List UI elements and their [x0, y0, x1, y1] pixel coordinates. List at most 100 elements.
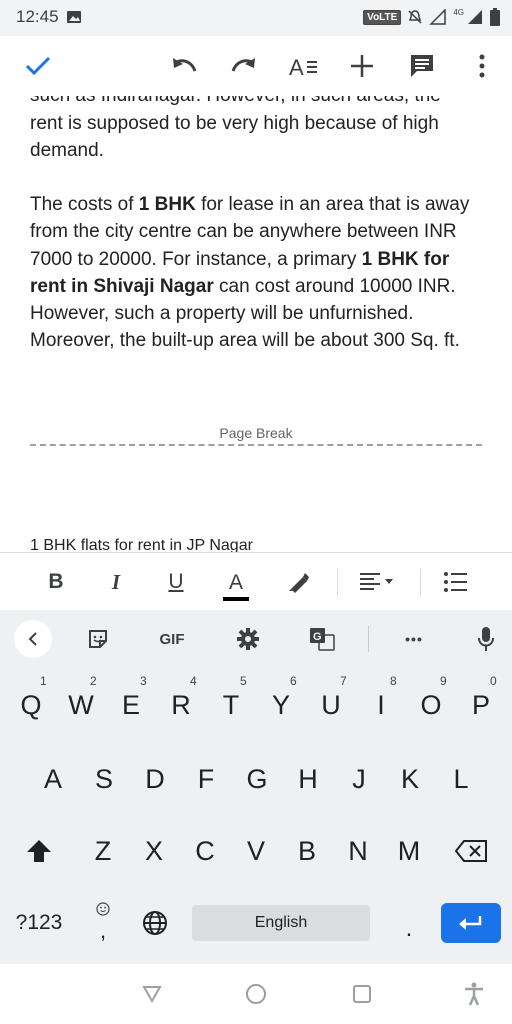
more-vert-icon: [479, 54, 485, 78]
underline-button[interactable]: U: [158, 553, 194, 611]
paragraph-2[interactable]: The costs of 1 BHK for lease in an area …: [30, 191, 490, 355]
key-z[interactable]: Z: [80, 822, 126, 880]
sticker-button[interactable]: [78, 610, 118, 668]
key-a[interactable]: A: [30, 750, 76, 808]
highlighter-icon: [289, 573, 309, 593]
nav-back-button[interactable]: [130, 964, 174, 1024]
accessibility-button[interactable]: [452, 964, 496, 1024]
status-time: 12:45: [16, 7, 59, 26]
done-button[interactable]: [16, 36, 60, 96]
text-color-swatch: [223, 596, 249, 601]
key-i[interactable]: I: [358, 676, 404, 734]
key-e[interactable]: E: [108, 676, 154, 734]
system-nav-bar: [0, 964, 512, 1024]
voice-input-button[interactable]: [466, 610, 506, 668]
suggestion-divider: [368, 626, 369, 652]
backspace-key[interactable]: [448, 822, 494, 880]
key-hint-5: 6: [290, 674, 297, 688]
highlight-button[interactable]: [280, 553, 316, 611]
keyboard-back-button[interactable]: [14, 610, 52, 668]
symbols-key[interactable]: ?123: [6, 894, 72, 952]
triangle-back-icon: [142, 986, 162, 1003]
key-c[interactable]: C: [182, 822, 228, 880]
comment-button[interactable]: [400, 36, 444, 96]
key-o[interactable]: O: [408, 676, 454, 734]
key-r[interactable]: R: [158, 676, 204, 734]
comment-icon: [411, 55, 433, 77]
translate-icon: G: [310, 628, 335, 651]
circle-home-icon: [246, 984, 266, 1004]
battery-icon: [490, 8, 500, 26]
key-j[interactable]: J: [336, 750, 382, 808]
period-label: .: [405, 915, 413, 942]
shift-key[interactable]: [16, 822, 62, 880]
key-hint-4: 5: [240, 674, 247, 688]
key-v[interactable]: V: [233, 822, 279, 880]
nav-home-button[interactable]: [234, 964, 278, 1024]
space-bar[interactable]: English: [192, 905, 370, 941]
signal-icon: [468, 10, 482, 24]
key-y[interactable]: Y: [258, 676, 304, 734]
more-keyboard-options-button[interactable]: •••: [392, 610, 436, 668]
paragraph-1[interactable]: rent is supposed to be very high because…: [30, 110, 490, 165]
align-button[interactable]: [354, 553, 402, 611]
key-d[interactable]: D: [132, 750, 178, 808]
nav-recents-button[interactable]: [340, 964, 384, 1024]
page-break-divider: [30, 444, 482, 446]
soft-keyboard: GIF G ••• Q1W2E3R4T5Y6U7I8O9P0 ASDFGHJKL: [0, 610, 512, 964]
translate-button[interactable]: G: [300, 610, 344, 668]
key-hint-0: 1: [40, 674, 47, 688]
language-key[interactable]: [132, 894, 178, 952]
bold-button[interactable]: B: [38, 553, 74, 611]
editor-toolbar: A: [0, 36, 512, 96]
bulleted-list-button[interactable]: [438, 553, 474, 611]
key-t[interactable]: T: [208, 676, 254, 734]
document-canvas[interactable]: such as Indiranagar. However, in such ar…: [0, 96, 512, 552]
key-p[interactable]: P: [458, 676, 504, 734]
mute-icon: [408, 10, 422, 24]
accessibility-icon: [465, 982, 483, 1006]
key-u[interactable]: U: [308, 676, 354, 734]
key-q[interactable]: Q: [8, 676, 54, 734]
text-format-button[interactable]: A: [282, 36, 326, 96]
key-g[interactable]: G: [234, 750, 280, 808]
italic-button[interactable]: I: [98, 553, 134, 611]
toolbar-divider: [337, 569, 338, 597]
sticker-icon: [89, 630, 107, 648]
add-icon: [351, 55, 373, 77]
key-n[interactable]: N: [335, 822, 381, 880]
key-s[interactable]: S: [81, 750, 127, 808]
key-h[interactable]: H: [285, 750, 331, 808]
key-x[interactable]: X: [131, 822, 177, 880]
text-color-letter: A: [228, 570, 243, 594]
enter-key[interactable]: [441, 903, 501, 943]
key-w[interactable]: W: [58, 676, 104, 734]
key-hint-6: 7: [340, 674, 347, 688]
gif-button[interactable]: GIF: [150, 610, 194, 668]
volte-badge: VoLTE: [363, 9, 402, 25]
square-recents-icon: [353, 985, 371, 1003]
text-color-button[interactable]: A: [218, 553, 254, 611]
key-f[interactable]: F: [183, 750, 229, 808]
chevron-left-icon: [14, 620, 52, 658]
check-icon: [25, 56, 51, 76]
shift-icon: [27, 840, 51, 862]
network-type-label: 4G: [453, 7, 464, 17]
next-page-heading[interactable]: 1 BHK flats for rent in JP Nagar: [30, 537, 253, 552]
key-b[interactable]: B: [284, 822, 330, 880]
align-left-icon: [360, 573, 393, 590]
period-key[interactable]: .: [386, 894, 432, 952]
keyboard-settings-button[interactable]: [226, 610, 270, 668]
redo-button[interactable]: [222, 36, 266, 96]
key-m[interactable]: M: [386, 822, 432, 880]
text-format-icon: A: [289, 55, 317, 78]
insert-button[interactable]: [340, 36, 384, 96]
comma-key[interactable]: ,: [80, 894, 126, 952]
image-notification-icon: [67, 11, 81, 23]
undo-button[interactable]: [162, 36, 206, 96]
signal-outline-icon: [429, 9, 447, 25]
key-hint-9: 0: [490, 674, 497, 688]
key-k[interactable]: K: [387, 750, 433, 808]
more-options-button[interactable]: [460, 36, 504, 96]
key-l[interactable]: L: [438, 750, 484, 808]
